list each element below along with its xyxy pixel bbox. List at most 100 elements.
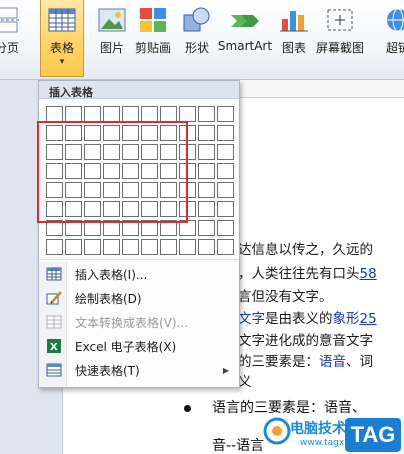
grid-cell[interactable] — [217, 144, 234, 160]
shapes-icon — [181, 5, 213, 35]
grid-cell[interactable] — [217, 106, 234, 122]
chevron-down-icon: ▾ — [59, 57, 65, 67]
grid-cell[interactable] — [103, 106, 120, 122]
svg-text:X: X — [50, 342, 58, 353]
shapes-button[interactable]: 形状 — [180, 0, 214, 62]
grid-cell[interactable] — [160, 239, 177, 255]
grid-cell[interactable] — [217, 220, 234, 236]
grid-cell[interactable] — [84, 106, 101, 122]
screenshot-button[interactable]: 屏幕截图 — [314, 0, 366, 62]
doc-last-line: 音--语言 — [212, 438, 265, 454]
grid-cell[interactable] — [46, 106, 63, 122]
doc-line-2: ，人类往往先有口头58 — [238, 262, 377, 282]
grid-cell[interactable] — [84, 239, 101, 255]
grid-cell[interactable] — [198, 239, 215, 255]
grid-cell[interactable] — [217, 163, 234, 179]
hyperlink-icon — [382, 5, 404, 35]
doc-line-4: 文字是由表义的象形25 — [238, 307, 377, 327]
watermark-logo-icon — [262, 416, 292, 446]
grid-cell[interactable] — [198, 220, 215, 236]
clipart-icon — [137, 5, 169, 35]
convert-text-icon — [46, 314, 62, 330]
grid-cell[interactable] — [217, 239, 234, 255]
shapes-label: 形状 — [184, 41, 209, 55]
menu-excel-sheet[interactable]: X Excel 电子表格(X) — [39, 334, 239, 358]
grid-cell[interactable] — [217, 201, 234, 217]
page-break-icon — [0, 5, 23, 35]
submenu-arrow-icon: ▶ — [222, 365, 229, 375]
table-button[interactable]: 表格 ▾ — [40, 0, 84, 77]
grid-cell[interactable] — [179, 239, 196, 255]
menu-draw-table[interactable]: 绘制表格(D) — [39, 286, 239, 310]
hyperlink-label: 超链 — [385, 41, 404, 55]
smartart-label: SmartArt — [217, 39, 273, 53]
grid-cell[interactable] — [198, 125, 215, 141]
menu-divider — [39, 259, 239, 260]
doc-link-xiangxing[interactable]: 象形 — [333, 311, 360, 327]
doc-line-6: 的三要素是：语音、词 — [238, 350, 373, 370]
bullet-icon — [184, 405, 191, 412]
menu-excel-sheet-label: Excel 电子表格(X) — [75, 339, 177, 354]
grid-cell[interactable] — [179, 106, 196, 122]
grid-cell[interactable] — [122, 239, 139, 255]
picture-button[interactable]: 图片 — [95, 0, 129, 62]
insert-table-header: 插入表格 — [39, 81, 239, 99]
doc-line-5: 文字进化成的意音文字 — [238, 333, 373, 349]
picture-icon — [96, 5, 128, 35]
grid-cell[interactable] — [65, 239, 82, 255]
doc-line-2-text: ，人类往往先有口头 — [238, 266, 360, 282]
grid-cell[interactable] — [198, 163, 215, 179]
clipart-label: 剪贴画 — [134, 41, 171, 55]
table-icon — [46, 5, 78, 35]
grid-cell[interactable] — [217, 182, 234, 198]
watermark-tag: TAG — [345, 418, 401, 452]
menu-draw-table-label: 绘制表格(D) — [75, 291, 142, 306]
page-break-button[interactable]: 分页 — [0, 0, 22, 62]
chart-button[interactable]: 图表 — [277, 0, 311, 62]
menu-quick-table[interactable]: 快速表格(T) ▶ — [39, 358, 239, 382]
table-label: 表格 — [49, 41, 74, 55]
clipart-button[interactable]: 剪贴画 — [133, 0, 173, 62]
grid-cell[interactable] — [141, 239, 158, 255]
grid-cell[interactable] — [103, 239, 120, 255]
insert-table-dropdown: 插入表格 插入表格(I)... 绘制表格(D) 文本转换成表格(V)... X … — [37, 80, 240, 388]
grid-cell[interactable] — [160, 106, 177, 122]
table-size-grid[interactable] — [37, 106, 234, 255]
doc-line-6-tail: 、词 — [346, 354, 373, 370]
grid-cell[interactable] — [217, 125, 234, 141]
excel-icon: X — [46, 338, 62, 354]
grid-cell[interactable] — [198, 201, 215, 217]
doc-line-4-text: 是由表义的 — [265, 311, 333, 327]
grid-cell[interactable] — [198, 106, 215, 122]
doc-footnote-link-2[interactable]: 25 — [360, 311, 377, 327]
smartart-icon — [229, 5, 261, 35]
draw-table-icon — [46, 290, 62, 306]
menu-insert-table[interactable]: 插入表格(I)... — [39, 262, 239, 286]
screenshot-label: 屏幕截图 — [315, 41, 364, 55]
grid-cell[interactable] — [141, 106, 158, 122]
doc-bullet-text: 语言的三要素是：语音、 — [212, 400, 366, 416]
grid-cell[interactable] — [46, 239, 63, 255]
doc-link-yuyin[interactable]: 语音 — [319, 354, 346, 370]
ribbon: 分页 表格 ▾ 图片 剪贴画 形状 SmartArt 图表 屏幕截图 超链 — [0, 0, 404, 80]
insert-table-menu: 插入表格(I)... 绘制表格(D) 文本转换成表格(V)... X Excel… — [39, 262, 239, 382]
grid-cell[interactable] — [198, 182, 215, 198]
doc-link-wenzi[interactable]: 文字 — [238, 311, 265, 327]
menu-insert-table-label: 插入表格(I)... — [75, 267, 148, 282]
doc-line-7: 义 — [238, 374, 252, 390]
menu-convert-text-label: 文本转换成表格(V)... — [75, 315, 189, 330]
screenshot-icon — [324, 5, 356, 35]
picture-label: 图片 — [99, 41, 124, 55]
menu-quick-table-label: 快速表格(T) — [75, 363, 140, 378]
grid-cell[interactable] — [65, 106, 82, 122]
chart-icon — [278, 5, 310, 35]
grid-cell[interactable] — [198, 144, 215, 160]
doc-footnote-link[interactable]: 58 — [360, 266, 377, 282]
doc-line-6-text: 的三要素是： — [238, 354, 319, 370]
smartart-button[interactable]: SmartArt — [215, 0, 275, 62]
hyperlink-button[interactable]: 超链 — [376, 0, 404, 62]
menu-convert-text[interactable]: 文本转换成表格(V)... — [39, 310, 239, 334]
grid-cell[interactable] — [122, 106, 139, 122]
quick-table-icon — [46, 362, 62, 378]
page-break-label: 分页 — [0, 41, 19, 55]
